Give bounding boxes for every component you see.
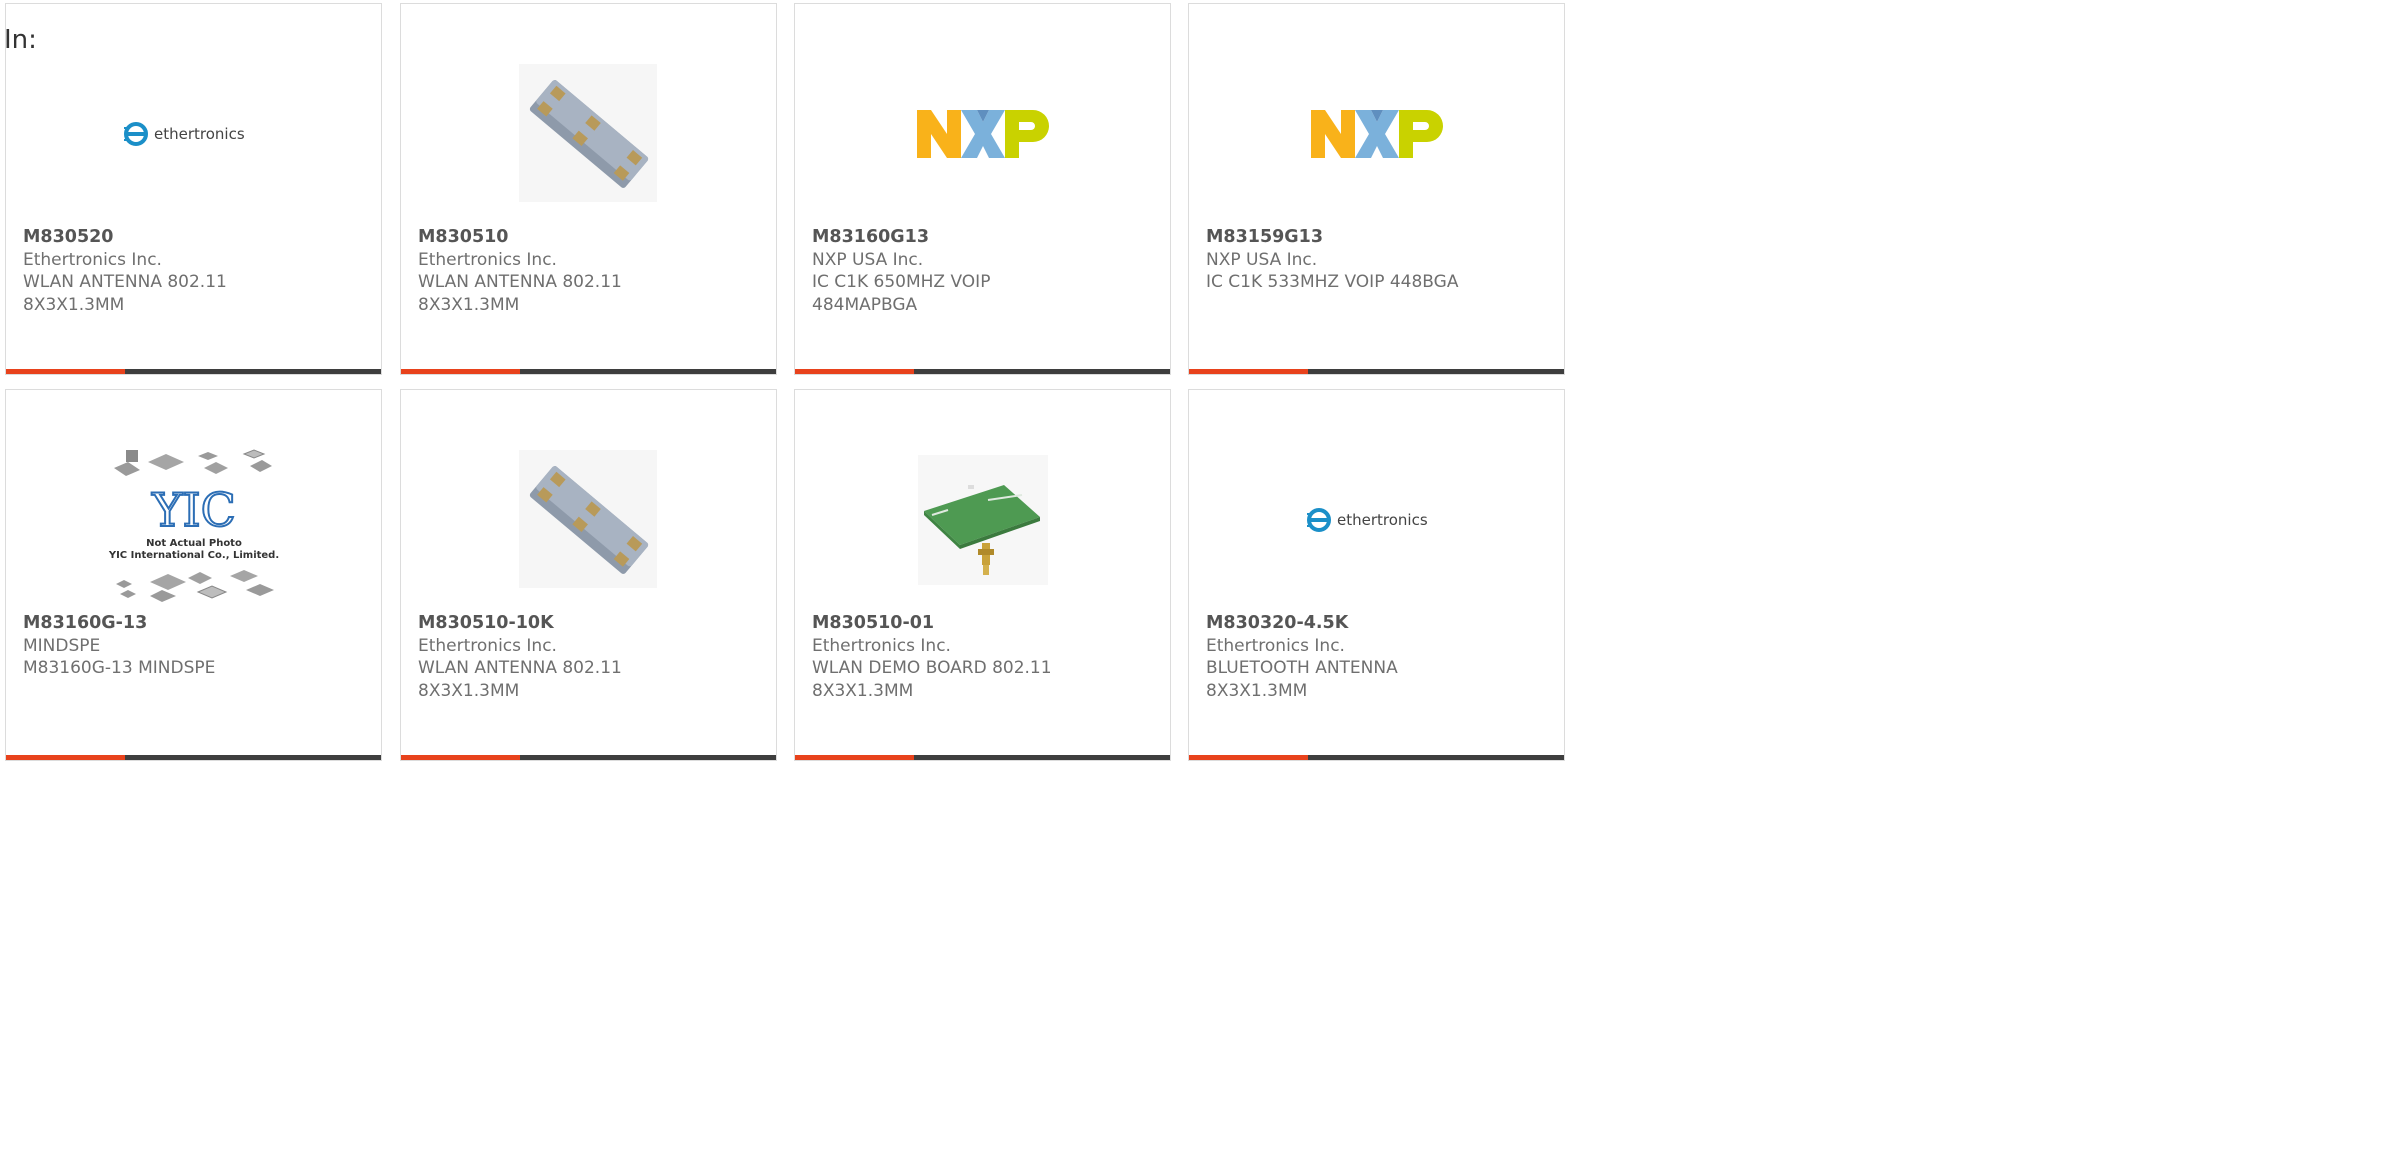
description: M83160G-13 MINDSPE <box>23 658 216 678</box>
card-bar <box>795 755 1170 760</box>
part-number[interactable]: M83159G13 <box>1206 226 1554 249</box>
part-number[interactable]: M83160G-13 <box>23 612 371 635</box>
svg-text:YIC International Co., Limited: YIC International Co., Limited. <box>107 550 278 561</box>
card-bar <box>1189 369 1564 374</box>
in-label: In: <box>4 25 37 55</box>
product-card[interactable]: M83159G13 NXP USA Inc. IC C1K 533MHZ VOI… <box>1188 3 1565 375</box>
product-image: YIC Not Actual Photo YIC International C… <box>6 446 381 606</box>
product-card[interactable]: M83160G13 NXP USA Inc. IC C1K 650MHZ VOI… <box>794 3 1171 375</box>
part-number[interactable]: M830510-10K <box>418 612 766 635</box>
manufacturer: Ethertronics Inc. <box>418 635 557 656</box>
card-bar <box>795 369 1170 374</box>
product-card[interactable]: M830510-01 Ethertronics Inc. WLAN DEMO B… <box>794 389 1171 761</box>
card-bar <box>401 369 776 374</box>
svg-text:YIC: YIC <box>151 483 236 537</box>
manufacturer: NXP USA Inc. <box>1206 249 1318 270</box>
product-image <box>1189 44 1564 224</box>
description: BLUETOOTH ANTENNA 8X3X1.3MM <box>1206 658 1398 701</box>
product-image: ethertronics <box>6 44 381 224</box>
manufacturer: NXP USA Inc. <box>812 249 924 270</box>
product-image <box>401 430 776 610</box>
manufacturer: Ethertronics Inc. <box>418 249 557 270</box>
svg-text:ethertronics: ethertronics <box>154 125 245 143</box>
description: WLAN DEMO BOARD 802.11 8X3X1.3MM <box>812 658 1052 701</box>
manufacturer: Ethertronics Inc. <box>812 635 951 656</box>
product-card[interactable]: ethertronics M830320-4.5K Ethertronics I… <box>1188 389 1565 761</box>
svg-text:ethertronics: ethertronics <box>1337 511 1428 529</box>
description: WLAN ANTENNA 802.11 8X3X1.3MM <box>418 272 622 315</box>
part-number[interactable]: M830510 <box>418 226 766 249</box>
product-image <box>795 44 1170 224</box>
product-image <box>795 430 1170 610</box>
description: WLAN ANTENNA 802.11 8X3X1.3MM <box>23 272 227 315</box>
chip-antenna-icon <box>518 64 657 202</box>
part-number[interactable]: M830320-4.5K <box>1206 612 1554 635</box>
product-card[interactable]: YIC Not Actual Photo YIC International C… <box>5 389 382 761</box>
part-number[interactable]: M830510-01 <box>812 612 1160 635</box>
chip-antenna-icon <box>518 450 657 588</box>
product-card[interactable]: M830510 Ethertronics Inc. WLAN ANTENNA 8… <box>400 3 777 375</box>
svg-text:Not Actual Photo: Not Actual Photo <box>146 538 242 549</box>
manufacturer: Ethertronics Inc. <box>1206 635 1345 656</box>
manufacturer: Ethertronics Inc. <box>23 249 162 270</box>
product-card[interactable]: M830510-10K Ethertronics Inc. WLAN ANTEN… <box>400 389 777 761</box>
ethertronics-logo-icon: ethertronics <box>123 122 245 146</box>
product-image <box>401 44 776 224</box>
description: IC C1K 533MHZ VOIP 448BGA <box>1206 272 1459 292</box>
product-card[interactable]: ethertronics M830520 Ethertronics Inc. W… <box>5 3 382 375</box>
card-bar <box>401 755 776 760</box>
demo-board-icon <box>917 455 1048 585</box>
card-bar <box>1189 755 1564 760</box>
yic-placeholder-icon: YIC Not Actual Photo YIC International C… <box>107 449 279 602</box>
card-bar <box>6 755 381 760</box>
nxp-logo-icon <box>1310 110 1443 158</box>
card-bar <box>6 369 381 374</box>
description: IC C1K 650MHZ VOIP 484MAPBGA <box>812 272 991 315</box>
manufacturer: MINDSPE <box>23 635 101 656</box>
description: WLAN ANTENNA 802.11 8X3X1.3MM <box>418 658 622 701</box>
product-image: ethertronics <box>1189 430 1564 610</box>
part-number[interactable]: M83160G13 <box>812 226 1160 249</box>
nxp-logo-icon <box>916 110 1049 158</box>
part-number[interactable]: M830520 <box>23 226 371 249</box>
ethertronics-logo-icon: ethertronics <box>1306 508 1428 532</box>
